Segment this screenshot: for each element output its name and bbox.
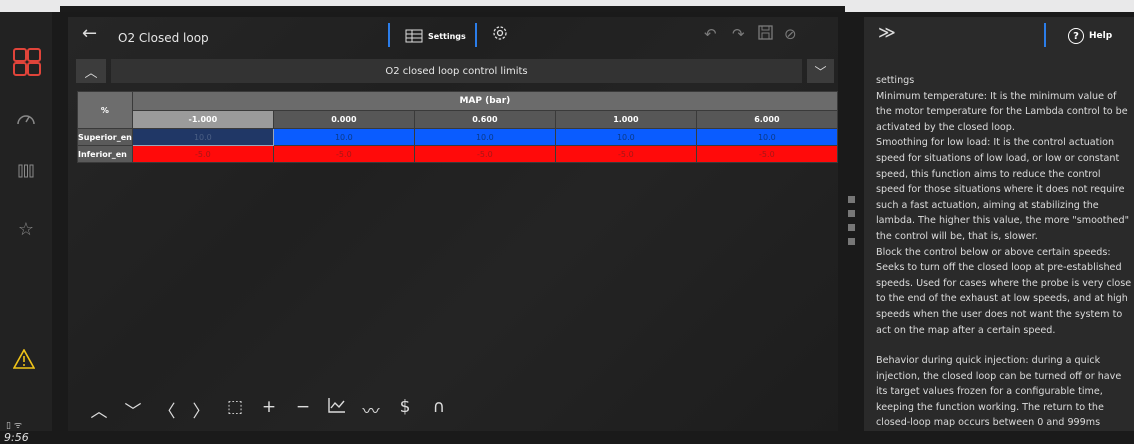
help-paragraph: Smoothing for low load: It is the contro… bbox=[876, 137, 1130, 242]
table-cell[interactable]: 10.0 bbox=[131, 128, 274, 146]
redo-icon[interactable]: ↷ bbox=[732, 25, 745, 43]
back-arrow-icon[interactable]: ← bbox=[82, 23, 97, 44]
move-right-icon[interactable]: 〉 bbox=[184, 397, 218, 422]
smooth-icon[interactable]: 〰 bbox=[354, 397, 388, 422]
chart-icon[interactable] bbox=[320, 397, 354, 422]
help-button[interactable]: ? Help bbox=[1068, 28, 1112, 44]
table-cell[interactable]: 10.0 bbox=[413, 128, 556, 146]
map-axis-header: MAP (bar) bbox=[131, 91, 838, 111]
help-text: settings Minimum temperature: It is the … bbox=[876, 73, 1132, 431]
help-paragraph bbox=[876, 338, 1132, 353]
cancel-icon[interactable]: ⊘ bbox=[784, 25, 797, 43]
columns-icon[interactable] bbox=[14, 163, 38, 184]
help-paragraph: Minimum temperature: It is the minimum v… bbox=[876, 90, 1128, 133]
move-left-icon[interactable]: 〈 bbox=[150, 397, 184, 422]
clock: 9:56 bbox=[4, 431, 29, 444]
table-row: Inferior_en -5.0 -5.0 -5.0 -5.0 -5.0 bbox=[77, 145, 838, 163]
table-cell[interactable]: 10.0 bbox=[272, 128, 415, 146]
toolbar-divider bbox=[1044, 23, 1046, 47]
panel-dots bbox=[848, 196, 855, 252]
interpolate-icon[interactable]: $ bbox=[388, 397, 422, 422]
device-status-icons: ▯ ᯤ bbox=[6, 421, 23, 431]
left-sidebar: ☆ ▯ ᯤ 9:56 bbox=[0, 12, 52, 444]
minus-icon[interactable]: − bbox=[286, 397, 320, 422]
settings-label: Settings bbox=[428, 31, 466, 41]
limits-table: % MAP (bar) -1.000 0.000 0.600 1.000 6.0… bbox=[77, 91, 838, 163]
top-strip bbox=[0, 0, 1134, 12]
undo-icon[interactable]: ↶ bbox=[704, 25, 717, 43]
table-row: Superior_en 10.0 10.0 10.0 10.0 10.0 bbox=[77, 128, 838, 146]
table-icon bbox=[405, 29, 423, 43]
save-icon[interactable] bbox=[758, 25, 773, 44]
table-cell[interactable]: -5.0 bbox=[695, 145, 838, 163]
bottom-toolbar: ︿ ﹀ 〈 〉 ⬚ + − 〰 $ ∩ bbox=[82, 397, 456, 422]
table-cell[interactable]: 10.0 bbox=[554, 128, 697, 146]
table-cell[interactable]: -5.0 bbox=[272, 145, 415, 163]
section-title: O2 closed loop control limits bbox=[111, 59, 802, 83]
column-header[interactable]: -1.000 bbox=[131, 109, 274, 129]
table-cell[interactable]: 10.0 bbox=[695, 128, 838, 146]
table-cell[interactable]: -5.0 bbox=[554, 145, 697, 163]
collapse-button[interactable]: ︿ bbox=[76, 59, 106, 83]
page-title: O2 Closed loop bbox=[118, 31, 209, 45]
column-header[interactable]: 6.000 bbox=[695, 109, 838, 129]
move-down-icon[interactable]: ﹀ bbox=[116, 397, 150, 422]
question-icon: ? bbox=[1068, 28, 1084, 44]
select-all-icon[interactable]: ⬚ bbox=[218, 397, 252, 422]
gear-icon[interactable] bbox=[492, 25, 508, 45]
settings-button[interactable]: Settings bbox=[405, 25, 466, 47]
help-label: Help bbox=[1089, 31, 1113, 41]
chevron-down-icon[interactable]: ﹀ bbox=[807, 59, 834, 83]
help-paragraph: Block the control below or above certain… bbox=[876, 246, 1132, 336]
move-up-icon[interactable]: ︿ bbox=[82, 397, 116, 422]
row-header-inferior[interactable]: Inferior_en bbox=[77, 145, 133, 163]
row-header-superior[interactable]: Superior_en bbox=[77, 128, 133, 146]
toolbar-divider bbox=[388, 23, 390, 47]
main-panel: ← O2 Closed loop Settings ↶ ↷ ⊘ ︿ O2 clo… bbox=[68, 17, 838, 431]
section-header: ︿ O2 closed loop control limits ﹀ bbox=[76, 59, 834, 83]
table-corner: % bbox=[77, 91, 133, 129]
column-header[interactable]: 1.000 bbox=[554, 109, 697, 129]
table-cell[interactable]: -5.0 bbox=[413, 145, 556, 163]
help-paragraph: settings bbox=[876, 75, 915, 86]
warning-icon[interactable] bbox=[12, 348, 36, 373]
apps-grid-icon[interactable] bbox=[13, 48, 41, 76]
help-paragraph: Behavior during quick injection: during … bbox=[876, 355, 1122, 429]
star-icon[interactable]: ☆ bbox=[14, 219, 38, 240]
expand-icon[interactable]: ≫ bbox=[878, 23, 896, 43]
dashboard-icon[interactable] bbox=[14, 110, 38, 131]
toolbar-divider bbox=[475, 23, 477, 47]
table-cell[interactable]: -5.0 bbox=[131, 145, 274, 163]
column-header[interactable]: 0.600 bbox=[413, 109, 556, 129]
help-panel: ≫ ? Help settings Minimum temperature: I… bbox=[864, 17, 1134, 431]
peak-icon[interactable]: ∩ bbox=[422, 397, 456, 422]
plus-icon[interactable]: + bbox=[252, 397, 286, 422]
column-header[interactable]: 0.000 bbox=[272, 109, 415, 129]
